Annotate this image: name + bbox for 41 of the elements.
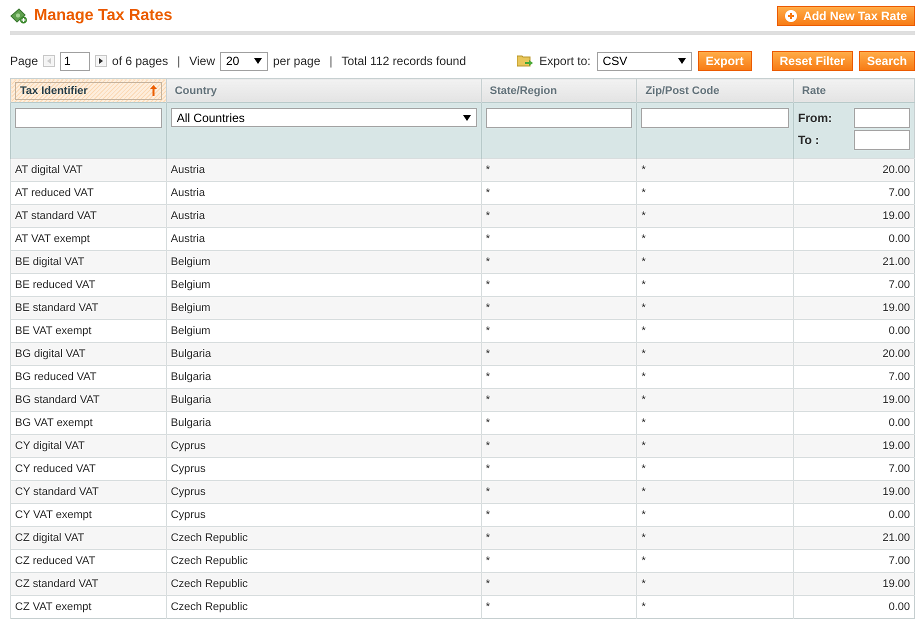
- grid-action-button[interactable]: Reset Filter: [772, 51, 853, 71]
- left-arrow-icon: [47, 58, 52, 64]
- plus-icon: [785, 10, 798, 22]
- filter-dropdown[interactable]: All Countries: [170, 108, 477, 127]
- page-count: of 6 pages: [112, 54, 168, 68]
- table-cell: 0.00: [794, 596, 914, 618]
- money-icon: [10, 8, 28, 24]
- separator: |: [177, 54, 180, 68]
- to-label: To :: [798, 133, 820, 147]
- table-cell: *: [481, 596, 637, 618]
- page-label: Page: [10, 54, 38, 68]
- from-label: From:: [798, 111, 834, 125]
- to-field[interactable]: [854, 130, 910, 150]
- column-header[interactable]: Tax Identifier: [15, 82, 162, 100]
- export-label: Export to:: [539, 54, 591, 68]
- table-cell: *: [636, 596, 794, 618]
- filter-field[interactable]: [15, 108, 162, 128]
- sort-arrow-icon: [150, 85, 157, 96]
- from-field[interactable]: [854, 108, 910, 128]
- caret-icon: [678, 58, 686, 64]
- table-cell: CZ VAT exempt: [10, 596, 166, 618]
- folder-icon: [517, 54, 534, 68]
- per-page-label: per page: [273, 54, 320, 68]
- caret-icon: [462, 114, 471, 120]
- records-count: Total 112 records found: [342, 54, 466, 68]
- grid-action-button[interactable]: Search: [858, 51, 915, 71]
- next-page-button[interactable]: [95, 55, 108, 67]
- add-new-tax-rate-button[interactable]: Add New Tax Rate: [777, 6, 915, 26]
- page-title: Manage Tax Rates: [34, 7, 172, 25]
- right-arrow-icon: [99, 58, 104, 64]
- previous-page-button[interactable]: [43, 55, 56, 67]
- per-page-dropdown[interactable]: 20: [220, 52, 268, 70]
- caret-icon: [254, 58, 262, 64]
- export-format-dropdown[interactable]: CSV: [596, 52, 692, 70]
- separator: |: [329, 54, 332, 68]
- export-button[interactable]: Export: [698, 51, 752, 71]
- table-cell: Czech Republic: [166, 596, 482, 618]
- filter-field[interactable]: [486, 108, 632, 128]
- filter-field[interactable]: [641, 108, 790, 128]
- page-field[interactable]: 1: [60, 52, 90, 70]
- view-label: View: [189, 54, 215, 68]
